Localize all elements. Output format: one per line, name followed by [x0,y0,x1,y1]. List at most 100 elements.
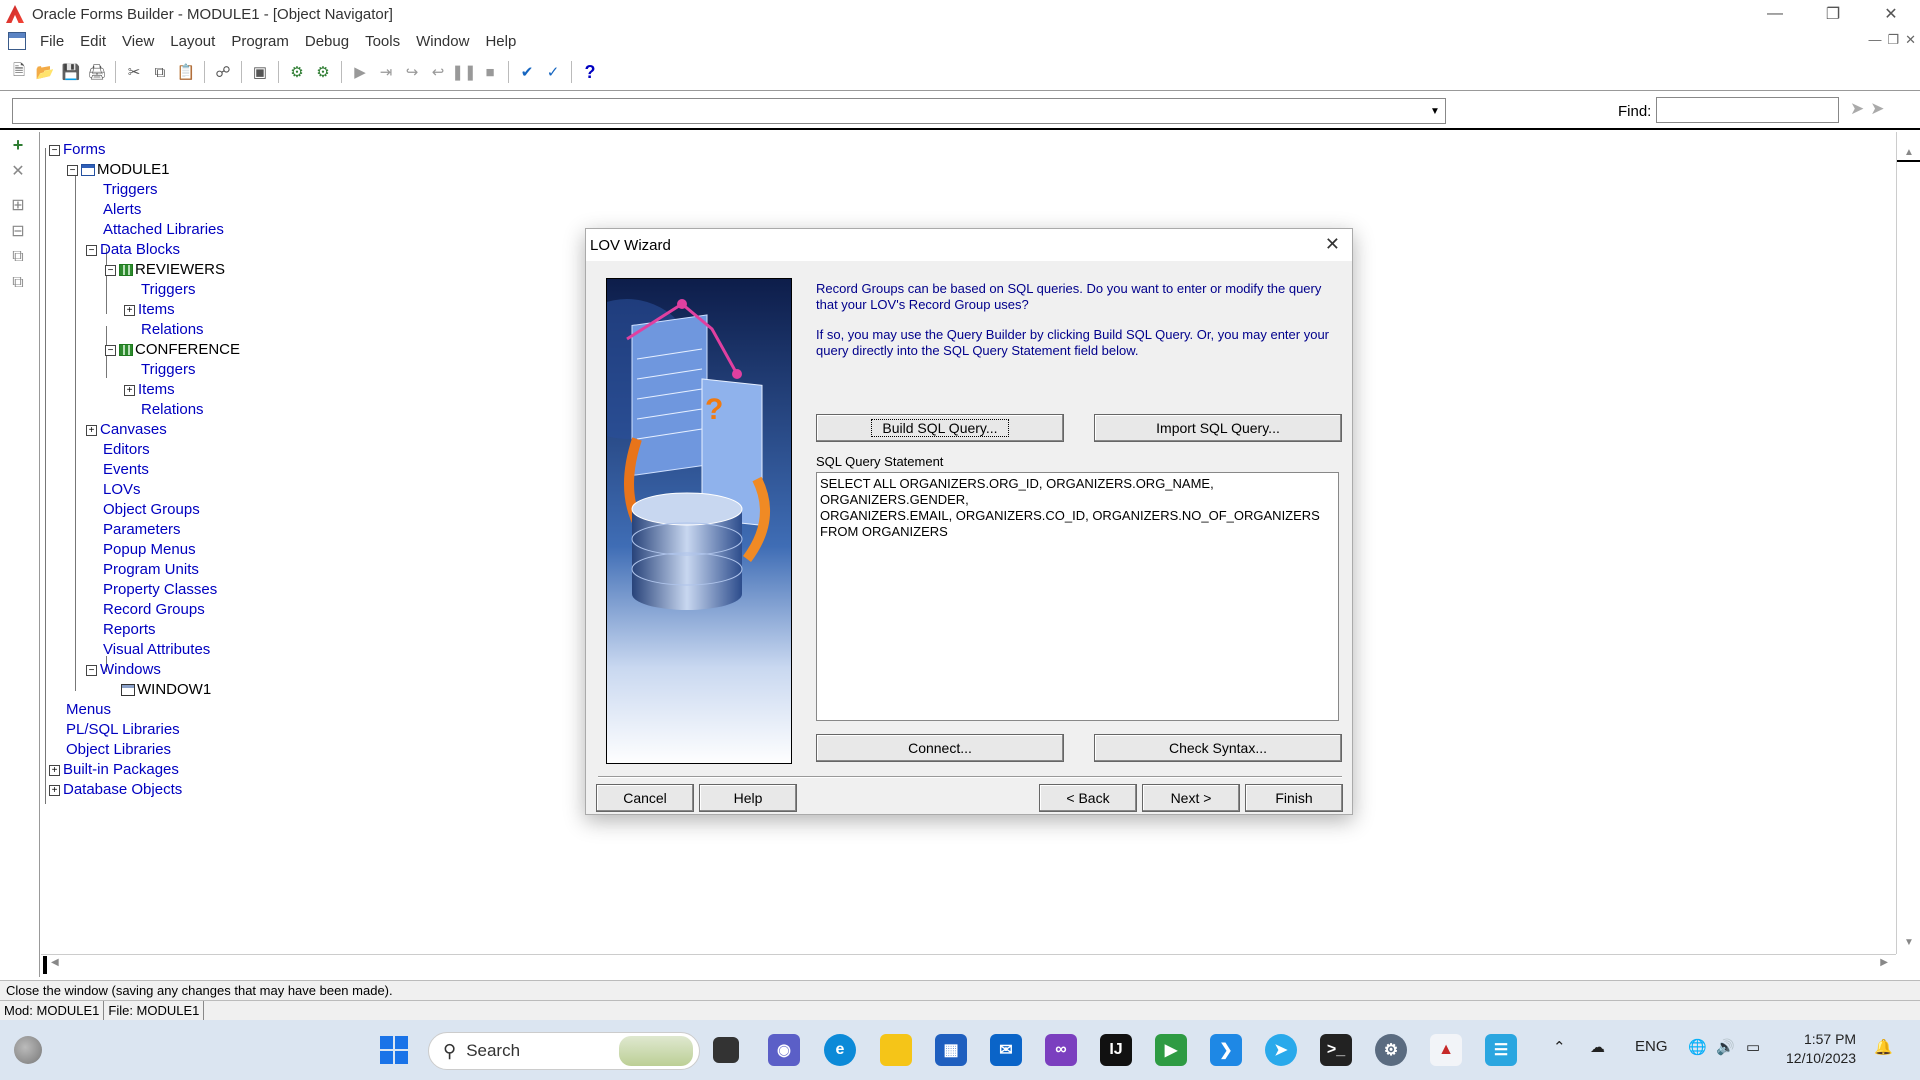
run-form-icon[interactable]: ⚙ [284,60,310,84]
tree-node-reviewers-relations[interactable]: Relations [141,320,204,340]
restore-icon[interactable]: ❐ [1804,0,1862,28]
connect-icon[interactable]: ☍ [210,60,236,84]
expand-toggle-icon[interactable]: + [86,424,97,436]
file-explorer-icon[interactable] [880,1034,912,1066]
expand-icon[interactable]: ⊞ [0,192,36,218]
finish-button[interactable]: Finish [1245,784,1343,812]
tree-node-windows[interactable]: − Windows [86,660,161,680]
collapse-all-icon[interactable]: ⧉ [0,270,36,296]
collapse-toggle-icon[interactable]: − [49,144,60,156]
search-backward-icon[interactable]: ➤ [1870,99,1884,119]
menu-file[interactable]: File [32,33,72,50]
cancel-button[interactable]: Cancel [596,784,694,812]
task-view-icon[interactable] [713,1037,739,1063]
tree-node-conference-triggers[interactable]: Triggers [141,360,195,380]
tree-node-window1[interactable]: WINDOW1 [121,680,211,700]
connect-button[interactable]: Connect... [816,734,1064,762]
collapse-icon[interactable]: ⊟ [0,218,36,244]
tree-node-reviewers[interactable]: − REVIEWERS [105,260,225,280]
menu-edit[interactable]: Edit [72,33,114,50]
wizard-icon[interactable]: ✔ [514,60,540,84]
tree-node-object-groups[interactable]: Object Groups [103,500,200,520]
new-icon[interactable]: 🗎 [6,60,32,84]
notepad-icon[interactable]: ☰ [1485,1034,1517,1066]
find-input[interactable] [1656,97,1839,123]
tree-node-reviewers-triggers[interactable]: Triggers [141,280,195,300]
help-icon[interactable]: ? [577,60,603,84]
menu-window[interactable]: Window [408,33,477,50]
mail-icon[interactable]: ✉ [990,1034,1022,1066]
widgets-icon[interactable] [14,1036,42,1064]
tree-node-visual-attributes[interactable]: Visual Attributes [103,640,210,660]
oracle-forms-taskbar-icon[interactable]: ▲ [1430,1034,1462,1066]
scroll-down-icon[interactable]: ▼ [1899,932,1919,952]
expand-toggle-icon[interactable]: + [124,304,135,316]
settings-icon[interactable]: ⚙ [1375,1034,1407,1066]
show-hidden-icons-icon[interactable]: ⌃ [1553,1038,1566,1056]
onedrive-icon[interactable]: ☁ [1590,1038,1605,1056]
delete-icon[interactable]: ✕ [0,158,36,184]
tree-node-attached-libraries[interactable]: Attached Libraries [103,220,224,240]
minimize-icon[interactable]: — [1746,0,1804,28]
step-into-icon[interactable]: ⇥ [373,60,399,84]
tree-node-conference[interactable]: − CONFERENCE [105,340,240,360]
tree-node-plsql-libraries[interactable]: PL/SQL Libraries [66,720,180,740]
expand-toggle-icon[interactable]: + [49,784,60,796]
tree-node-events[interactable]: Events [103,460,149,480]
check-syntax-button[interactable]: Check Syntax... [1094,734,1342,762]
telegram-icon[interactable]: ➤ [1265,1034,1297,1066]
debug-form-icon[interactable]: ⚙ [310,60,336,84]
collapse-toggle-icon[interactable]: − [86,244,97,256]
mdi-minimize-icon[interactable]: — [1868,32,1881,48]
collapse-toggle-icon[interactable]: − [105,264,116,276]
visual-studio-icon[interactable]: ∞ [1045,1034,1077,1066]
tree-node-lovs[interactable]: LOVs [103,480,141,500]
media-player-icon[interactable]: ▶ [1155,1034,1187,1066]
menu-view[interactable]: View [114,33,162,50]
tree-node-alerts[interactable]: Alerts [103,200,141,220]
expand-toggle-icon[interactable]: + [49,764,60,776]
tree-node-conference-items[interactable]: + Items [124,380,175,400]
tree-node-property-classes[interactable]: Property Classes [103,580,217,600]
next-button[interactable]: Next > [1142,784,1240,812]
scroll-right-icon[interactable]: ▶ [1880,957,1888,968]
edge-icon[interactable]: e [824,1034,856,1066]
tree-node-reports[interactable]: Reports [103,620,156,640]
tree-node-object-libraries[interactable]: Object Libraries [66,740,171,760]
go-icon[interactable]: ▶ [347,60,373,84]
menu-debug[interactable]: Debug [297,33,357,50]
battery-icon[interactable]: ▭ [1746,1038,1760,1056]
vertical-scrollbar[interactable]: ▲ ▼ [1896,132,1920,954]
menu-tools[interactable]: Tools [357,33,408,50]
paste-icon[interactable]: 📋 [173,60,199,84]
start-icon[interactable] [378,1034,410,1066]
pause-icon[interactable]: ❚❚ [451,60,477,84]
tree-node-program-units[interactable]: Program Units [103,560,199,580]
tree-node-forms[interactable]: − Forms [49,140,106,160]
create-icon[interactable]: + [0,132,36,158]
menu-help[interactable]: Help [477,33,524,50]
step-out-icon[interactable]: ↩ [425,60,451,84]
copy-icon[interactable]: ⧉ [147,60,173,84]
tree-node-conference-relations[interactable]: Relations [141,400,204,420]
language-indicator[interactable]: ENG [1635,1038,1668,1055]
save-icon[interactable]: 💾 [58,60,84,84]
tree-node-data-blocks[interactable]: − Data Blocks [86,240,180,260]
reentrant-wizard-icon[interactable]: ✓ [540,60,566,84]
tree-node-database-objects[interactable]: + Database Objects [49,780,182,800]
vscode-icon[interactable]: ❯ [1210,1034,1242,1066]
mdi-close-icon[interactable]: ✕ [1905,32,1916,48]
stop-icon[interactable]: ■ [477,60,503,84]
scroll-thumb[interactable] [1897,160,1920,162]
tree-node-module1[interactable]: − MODULE1 [67,160,170,180]
sql-query-textarea[interactable]: SELECT ALL ORGANIZERS.ORG_ID, ORGANIZERS… [816,472,1339,721]
import-sql-query-button[interactable]: Import SQL Query... [1094,414,1342,442]
print-icon[interactable]: 🖨 [84,60,110,84]
context-list[interactable]: ▼ [12,98,1446,124]
document-icon[interactable] [8,32,26,50]
back-button[interactable]: < Back [1039,784,1137,812]
store-icon[interactable]: ▦ [935,1034,967,1066]
menu-layout[interactable]: Layout [162,33,223,50]
help-button[interactable]: Help [699,784,797,812]
search-forward-icon[interactable]: ➤ [1850,99,1864,119]
